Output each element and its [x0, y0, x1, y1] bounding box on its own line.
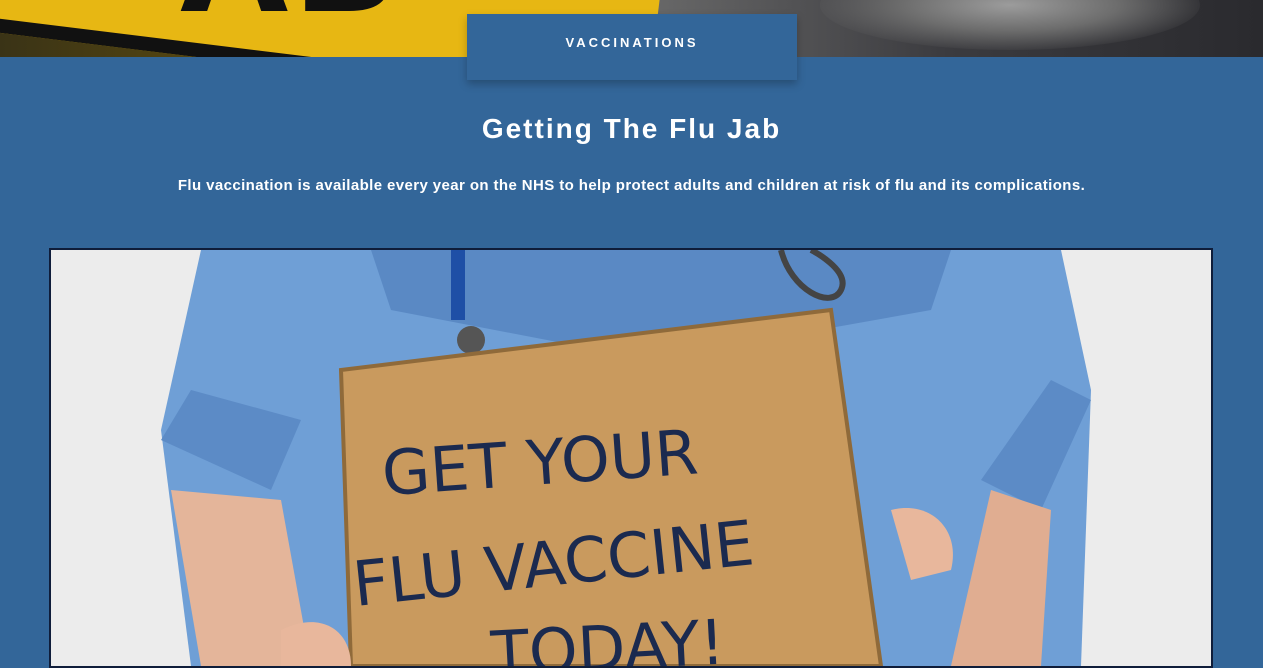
flu-vaccine-photo: GET YOUR FLU VACCINE TODAY!: [49, 248, 1213, 668]
hazard-sign-letters: AB: [180, 0, 403, 45]
sky-graphic: [820, 0, 1200, 50]
nurse-holding-sign-illustration: GET YOUR FLU VACCINE TODAY!: [51, 250, 1211, 666]
section-tab-label: VACCINATIONS: [565, 35, 699, 50]
lead-paragraph: Flu vaccination is available every year …: [177, 177, 1086, 194]
page-title: Getting The Flu Jab: [481, 113, 782, 144]
section-tab-vaccinations[interactable]: VACCINATIONS: [467, 14, 797, 80]
